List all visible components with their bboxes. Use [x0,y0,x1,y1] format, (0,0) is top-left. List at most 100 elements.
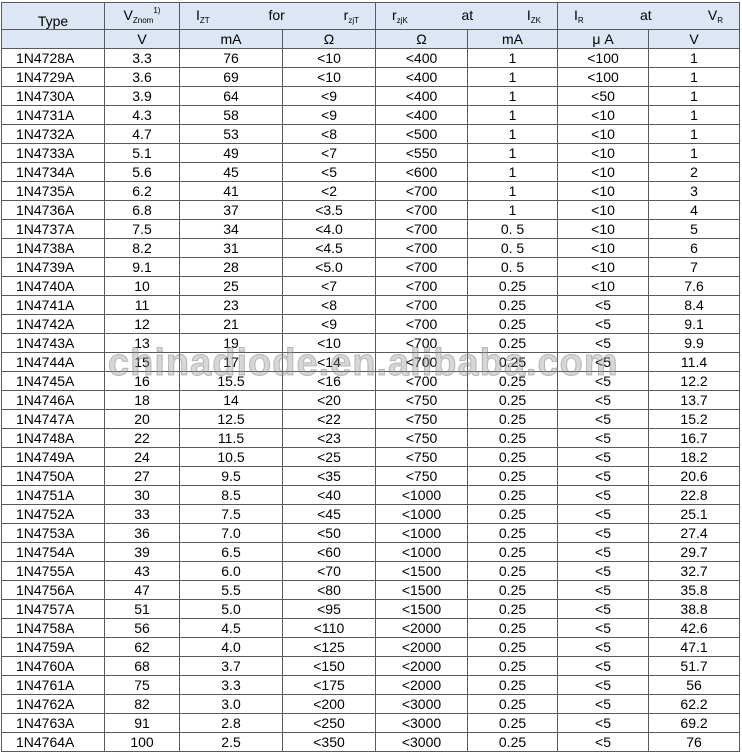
value-cell: 1 [467,200,559,220]
value-cell: <40 [281,485,377,505]
table-row: 1N4731A 4.3 58 <9 <400 1 <10 1 [1,105,741,125]
type-cell: 1N4733A [1,143,105,163]
value-cell: <5 [557,485,650,505]
value-cell: <8 [281,295,377,315]
table-row: 1N4762A 82 3.0 <200 <3000 0.25 <5 62.2 [1,694,741,714]
value-cell: 23 [179,295,283,315]
value-cell: <750 [375,466,469,486]
value-cell: <1000 [375,485,469,505]
type-cell: 1N4731A [1,105,105,125]
table-row: 1N4747A 20 12.5 <22 <750 0.25 <5 15.2 [1,409,741,429]
value-cell: 0.25 [467,561,559,581]
value-cell: <700 [375,333,469,353]
type-cell: 1N4740A [1,276,105,296]
value-cell: 0.25 [467,390,559,410]
value-cell: <95 [281,599,377,619]
value-cell: <700 [375,257,469,277]
value-cell: 42.6 [648,618,741,638]
value-cell: 38.8 [648,599,741,619]
value-cell: <10 [557,276,650,296]
value-cell: 22.8 [648,485,741,505]
value-cell: 11.4 [648,352,741,372]
value-cell: 29.7 [648,542,741,562]
value-cell: 1 [648,105,741,125]
value-cell: <1000 [375,504,469,524]
value-cell: <10 [557,257,650,277]
type-cell: 1N4729A [1,67,105,87]
table-row: 1N4754A 39 6.5 <60 <1000 0.25 <5 29.7 [1,542,741,562]
type-cell: 1N4748A [1,428,105,448]
value-cell: 2 [648,162,741,182]
value-cell: 82 [104,694,180,714]
value-cell: <14 [281,352,377,372]
table-row: 1N4738A 8.2 31 <4.5 <700 0. 5 <10 6 [1,238,741,258]
value-cell: <5 [281,162,377,182]
value-cell: 10.5 [179,447,283,467]
value-cell: 5 [648,219,741,239]
value-cell: 7.5 [179,504,283,524]
type-cell: 1N4762A [1,694,105,714]
value-cell: <9 [281,314,377,334]
value-cell: <5 [557,390,650,410]
value-cell: 17 [179,352,283,372]
table-row: 1N4736A 6.8 37 <3.5 <700 1 <10 4 [1,200,741,220]
table-row: 1N4740A 10 25 <7 <700 0.25 <10 7.6 [1,276,741,296]
units-row: V mA Ω Ω mA μ A V [1,29,741,49]
value-cell: 45 [179,162,283,182]
type-cell: 1N4755A [1,561,105,581]
value-cell: 25 [179,276,283,296]
value-cell: 0.25 [467,523,559,543]
value-cell: 6.2 [104,181,180,201]
value-cell: 0.25 [467,485,559,505]
value-cell: 21 [179,314,283,334]
value-cell: 10 [104,276,180,296]
value-cell: <100 [557,48,650,68]
unit-cell [1,29,105,49]
value-cell: 12 [104,314,180,334]
value-cell: <10 [281,333,377,353]
table-row: 1N4755A 43 6.0 <70 <1500 0.25 <5 32.7 [1,561,741,581]
value-cell: 62 [104,637,180,657]
value-cell: 3.9 [104,86,180,106]
value-cell: 15.5 [179,371,283,391]
value-cell: 47.1 [648,637,741,657]
value-cell: 9.1 [104,257,180,277]
value-cell: 0.25 [467,409,559,429]
value-cell: 8.4 [648,295,741,315]
value-cell: <700 [375,238,469,258]
value-cell: <50 [557,86,650,106]
value-cell: 3.6 [104,67,180,87]
type-cell: 1N4735A [1,181,105,201]
value-cell: 18 [104,390,180,410]
type-cell: 1N4749A [1,447,105,467]
type-cell: 1N4741A [1,295,105,315]
value-cell: 0.25 [467,276,559,296]
header-for: for [268,7,285,23]
value-cell: <7 [281,276,377,296]
value-cell: 1 [648,67,741,87]
value-cell: 1 [648,124,741,144]
header-vr: VR [708,7,723,29]
value-cell: 0.25 [467,314,559,334]
header-vz: VZnom1) [104,2,180,30]
zener-diode-spec-table: Type VZnom1) IZT for rzjT rzjK at IZK IR… [1,2,741,752]
type-cell: 1N4754A [1,542,105,562]
value-cell: <5 [557,694,650,714]
value-cell: <750 [375,409,469,429]
value-cell: <2 [281,181,377,201]
table-row: 1N4756A 47 5.5 <80 <1500 0.25 <5 35.8 [1,580,741,600]
izt-sub: ZT [199,16,210,25]
value-cell: 56 [104,618,180,638]
value-cell: 34 [179,219,283,239]
value-cell: 1 [467,143,559,163]
value-cell: 16 [104,371,180,391]
value-cell: 22 [104,428,180,448]
value-cell: 1 [467,181,559,201]
value-cell: <10 [557,200,650,220]
type-cell: 1N4753A [1,523,105,543]
value-cell: 75 [104,675,180,695]
table-row: 1N4743A 13 19 <10 <700 0.25 <5 9.9 [1,333,741,353]
value-cell: 36 [104,523,180,543]
value-cell: <10 [557,181,650,201]
value-cell: <1500 [375,580,469,600]
